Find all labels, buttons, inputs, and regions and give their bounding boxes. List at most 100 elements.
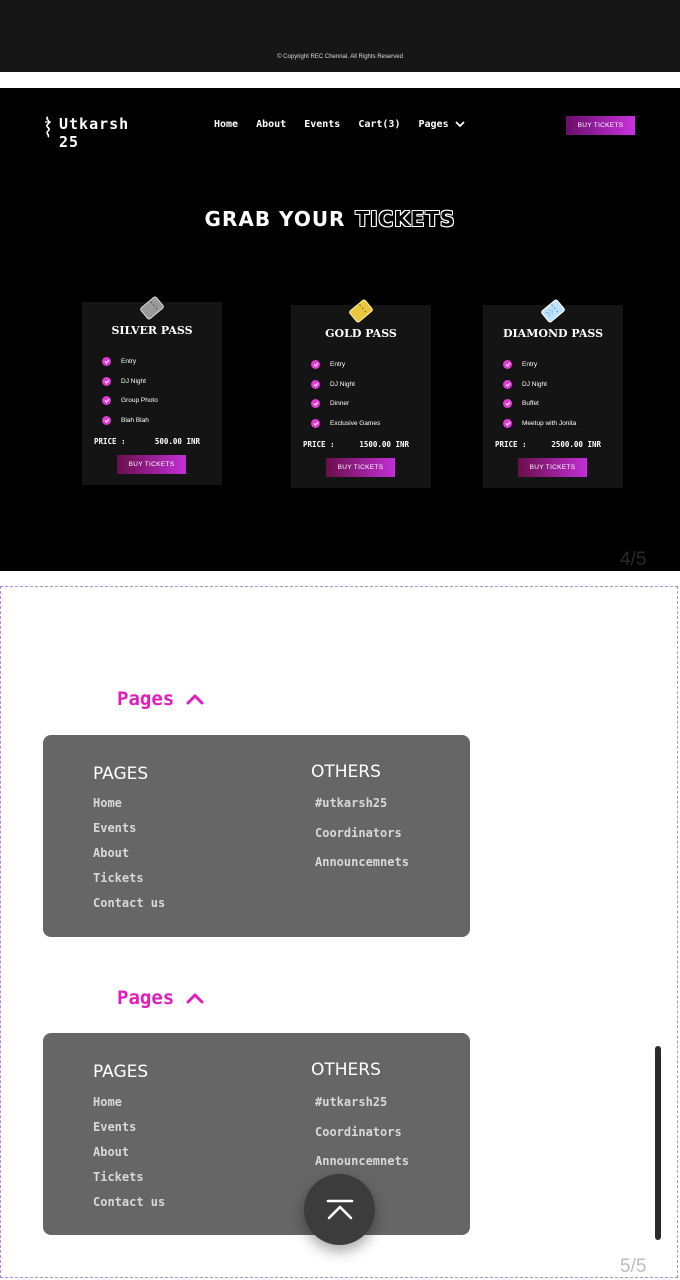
feature-label: DJ Night	[522, 380, 547, 388]
menu-link-contact[interactable]: Contact us	[93, 896, 165, 921]
feature-label: Entry	[330, 361, 346, 369]
menu-link-about[interactable]: About	[93, 846, 165, 871]
feature-item: Group Photo	[102, 391, 158, 411]
section-heading: GRAB YOUR TICKETS	[0, 207, 660, 231]
diamond-ticket-icon	[541, 299, 565, 323]
previous-page-footer: © Copyright REC Chennai. All Rights Rese…	[0, 0, 680, 72]
nav-pages[interactable]: Pages	[418, 119, 465, 130]
menu-link-home[interactable]: Home	[93, 796, 165, 821]
price-value: 500.00 INR	[154, 437, 200, 446]
heading-part-1: GRAB YOUR	[204, 207, 346, 231]
feature-item: Blah Blah	[102, 411, 158, 431]
page-indicator: 4/5	[620, 549, 647, 570]
buy-tickets-button[interactable]: BUY TICKETS	[326, 458, 395, 477]
feature-item: Entry	[311, 355, 380, 375]
price-label: PRICE :	[94, 437, 126, 446]
chevron-up-icon	[186, 694, 204, 704]
buy-tickets-button[interactable]: BUY TICKETS	[518, 458, 587, 477]
page-separator	[0, 72, 680, 88]
menu-link-events[interactable]: Events	[93, 1120, 165, 1145]
nav-events[interactable]: Events	[304, 119, 340, 130]
check-icon	[102, 396, 111, 406]
feature-label: DJ Night	[121, 377, 146, 385]
check-icon	[102, 376, 111, 386]
check-icon	[503, 418, 512, 428]
menu-link-coordinators[interactable]: Coordinators	[315, 1125, 409, 1155]
menu-link-tickets[interactable]: Tickets	[93, 871, 165, 896]
check-icon	[503, 399, 512, 409]
feature-list: Entry DJ Night Buffet Meetup with Jonita	[503, 355, 576, 433]
check-icon	[311, 418, 320, 428]
menu-link-tickets[interactable]: Tickets	[93, 1170, 165, 1195]
scrollbar[interactable]	[655, 1046, 661, 1240]
pages-dropdown-menu: PAGES Home Events About Tickets Contact …	[43, 735, 470, 937]
pages-toggle[interactable]: Pages	[117, 987, 204, 1009]
menu-link-coordinators[interactable]: Coordinators	[315, 826, 409, 856]
feature-label: Buffet	[522, 400, 539, 408]
feature-item: DJ Night	[503, 375, 576, 395]
feature-label: Exclusive Games	[330, 419, 381, 427]
others-links: #utkarsh25 Coordinators Announcemnets	[315, 796, 409, 885]
feature-list: Entry DJ Night Dinner Exclusive Games	[311, 355, 380, 433]
nav-about[interactable]: About	[256, 119, 286, 130]
feature-item: Buffet	[503, 394, 576, 414]
feature-item: Dinner	[311, 394, 380, 414]
menu-link-announcements[interactable]: Announcemnets	[315, 855, 409, 885]
price-value: 1500.00 INR	[359, 440, 409, 449]
feature-item: Meetup with Jonita	[503, 414, 576, 434]
feature-item: Entry	[102, 352, 158, 372]
pages-toggle-label: Pages	[117, 688, 175, 710]
feature-item: DJ Night	[311, 375, 380, 395]
price-label: PRICE :	[303, 440, 335, 449]
check-icon	[102, 415, 111, 425]
gold-pass-card: GOLD PASS Entry DJ Night Dinner Exclusiv…	[291, 299, 431, 488]
pages-toggle-label: Pages	[117, 987, 175, 1009]
nav-pages-label: Pages	[418, 119, 449, 130]
card-title: GOLD PASS	[325, 327, 397, 340]
logo-mark-icon	[45, 116, 51, 138]
copyright-text: © Copyright REC Chennai. All Rights Rese…	[277, 54, 403, 60]
site-logo[interactable]: Utkarsh 25	[42, 115, 129, 151]
feature-item: Entry	[503, 355, 576, 375]
feature-label: Meetup with Jonita	[522, 419, 577, 427]
logo-line-1: Utkarsh	[59, 115, 130, 133]
diamond-pass-card: DIAMOND PASS Entry DJ Night Buffet Meetu…	[483, 299, 623, 488]
feature-label: DJ Night	[330, 380, 355, 388]
page-indicator: 5/5	[620, 1256, 647, 1277]
feature-item: DJ Night	[102, 372, 158, 392]
nav-cart[interactable]: Cart(3)	[358, 119, 400, 130]
pages-links: Home Events About Tickets Contact us	[93, 796, 165, 921]
pages-column-heading: PAGES	[93, 1062, 149, 1082]
feature-list: Entry DJ Night Group Photo Blah Blah	[102, 352, 158, 430]
buy-tickets-header-button[interactable]: BUY TICKETS	[566, 116, 635, 135]
card-title: DIAMOND PASS	[502, 327, 604, 340]
scroll-to-top-button[interactable]	[304, 1174, 375, 1245]
chevron-up-icon	[186, 993, 204, 1003]
feature-item: Exclusive Games	[311, 414, 380, 434]
arrow-up-to-top-icon	[326, 1199, 353, 1219]
menu-link-contact[interactable]: Contact us	[93, 1195, 165, 1220]
pages-column-heading: PAGES	[93, 764, 149, 784]
menu-link-events[interactable]: Events	[93, 821, 165, 846]
card-title: SILVER PASS	[111, 324, 193, 337]
others-links: #utkarsh25 Coordinators Announcemnets	[315, 1095, 409, 1184]
main-nav: Home About Events Cart(3) Pages	[214, 119, 483, 130]
menu-link-home[interactable]: Home	[93, 1095, 165, 1120]
pages-toggle[interactable]: Pages	[117, 688, 204, 710]
feature-label: Blah Blah	[121, 416, 149, 424]
silver-ticket-icon	[140, 296, 164, 320]
silver-pass-card: SILVER PASS Entry DJ Night Group Photo B…	[82, 296, 222, 485]
check-icon	[102, 357, 111, 367]
buy-tickets-button[interactable]: BUY TICKETS	[117, 455, 186, 474]
pages-links: Home Events About Tickets Contact us	[93, 1095, 165, 1220]
menu-link-hashtag[interactable]: #utkarsh25	[315, 796, 409, 826]
price-value: 2500.00 INR	[551, 440, 601, 449]
menu-link-about[interactable]: About	[93, 1145, 165, 1170]
price-row: PRICE : 1500.00 INR	[303, 440, 409, 449]
feature-label: Dinner	[330, 400, 350, 408]
others-column-heading: OTHERS	[311, 762, 381, 782]
menu-link-hashtag[interactable]: #utkarsh25	[315, 1095, 409, 1125]
tickets-page: Utkarsh 25 Home About Events Cart(3) Pag…	[0, 88, 680, 571]
check-icon	[311, 360, 320, 370]
nav-home[interactable]: Home	[214, 119, 238, 130]
